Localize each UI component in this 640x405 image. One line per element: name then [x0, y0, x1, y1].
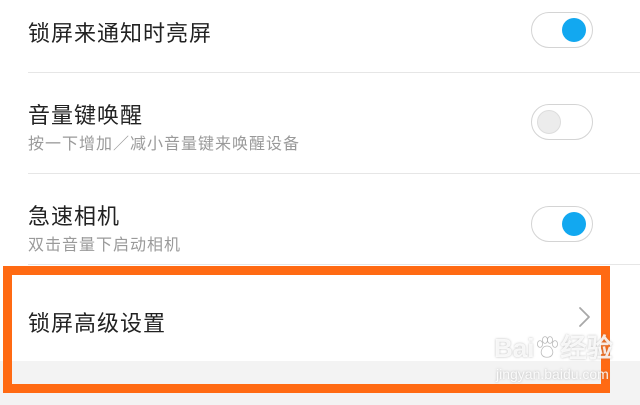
- quick-camera-toggle[interactable]: [531, 206, 593, 242]
- setting-row-lockscreen-advanced[interactable]: 锁屏高级设置: [0, 264, 640, 361]
- chevron-right-icon: [579, 307, 590, 327]
- settings-screen: 锁屏来通知时亮屏 音量键唤醒 按一下增加／减小音量键来唤醒设备 急速相机 双击音…: [0, 0, 640, 405]
- volume-key-wake-toggle[interactable]: [531, 104, 593, 140]
- setting-title: 急速相机: [28, 205, 121, 230]
- setting-row-volume-key-wake[interactable]: 音量键唤醒 按一下增加／减小音量键来唤醒设备: [0, 72, 640, 173]
- toggle-knob: [537, 110, 561, 134]
- setting-title: 锁屏来通知时亮屏: [28, 22, 213, 47]
- setting-subtitle: 按一下增加／减小音量键来唤醒设备: [28, 134, 301, 153]
- setting-subtitle: 双击音量下启动相机: [28, 235, 182, 254]
- setting-row-lockscreen-notification-wake[interactable]: 锁屏来通知时亮屏: [0, 0, 640, 72]
- toggle-knob: [562, 212, 586, 236]
- setting-title: 锁屏高级设置: [28, 312, 167, 337]
- setting-row-quick-camera[interactable]: 急速相机 双击音量下启动相机: [0, 173, 640, 264]
- setting-title: 音量键唤醒: [28, 104, 144, 129]
- section-footer-gap: [0, 361, 640, 405]
- lockscreen-notification-wake-toggle[interactable]: [531, 12, 593, 48]
- toggle-knob: [562, 18, 586, 42]
